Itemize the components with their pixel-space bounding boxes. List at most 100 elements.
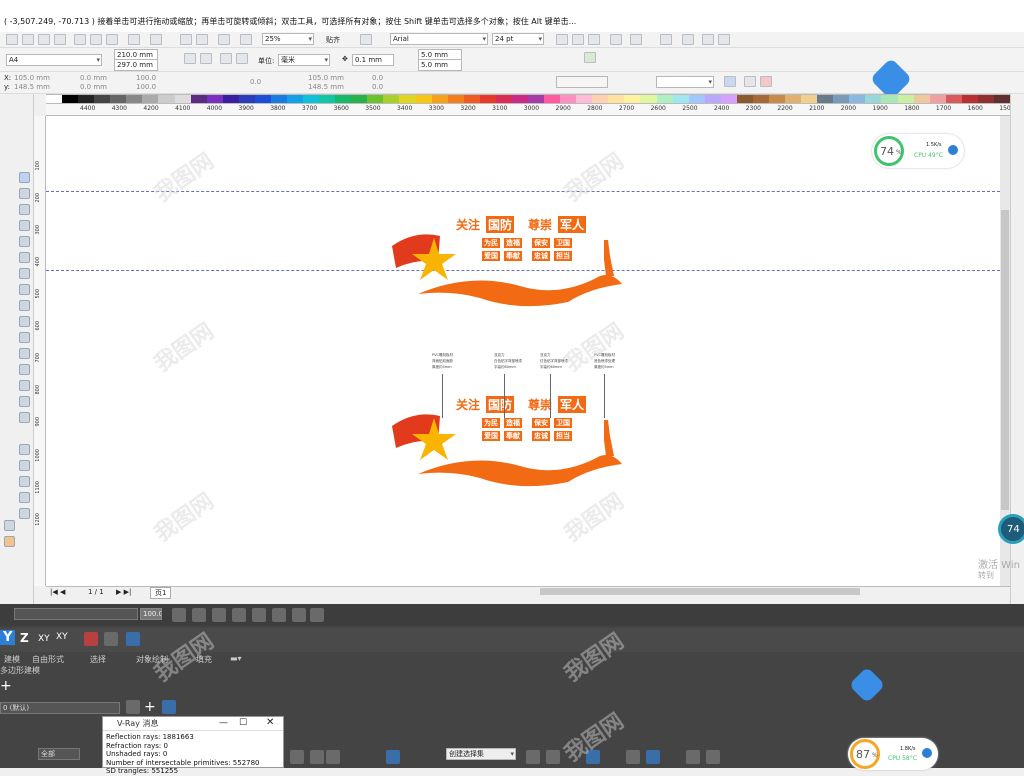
palette-swatch[interactable] [206,95,223,103]
palette-swatch[interactable] [656,95,673,103]
spinner-field[interactable]: 100.0 [140,608,162,620]
import-icon[interactable] [180,34,192,45]
graphite-tool-icon[interactable] [292,608,306,622]
ribbon-subtab[interactable]: 多边形建模 [0,665,40,676]
palette-swatch[interactable] [640,95,657,103]
print-icon[interactable] [54,34,66,45]
blend-tool-icon[interactable] [19,444,30,455]
palette-swatch[interactable] [560,95,577,103]
palette-swatch[interactable] [720,95,737,103]
artistic-media-icon[interactable] [19,252,30,263]
palette-swatch[interactable] [961,95,978,103]
align-icon[interactable] [360,34,372,45]
rotate-icon[interactable] [310,750,324,764]
snap-menu[interactable]: 贴齐 [326,35,340,45]
palette-swatch[interactable] [238,95,255,103]
palette-swatch[interactable] [415,95,432,103]
zoom-tool-icon[interactable] [19,220,30,231]
color-palette[interactable] [46,94,1010,104]
scale-icon[interactable] [326,750,340,764]
horizontal-text-icon[interactable] [702,34,714,45]
layer-explorer-icon[interactable] [586,750,600,764]
edit-text-icon[interactable] [682,34,694,45]
palette-swatch[interactable] [544,95,561,103]
page-height-field[interactable]: 297.0 mm [114,59,158,71]
graphite-tool-icon[interactable] [212,608,226,622]
selection-filter-select[interactable]: 全部 [38,748,80,760]
close-icon[interactable]: ✕ [266,717,274,728]
vertical-scroll-thumb[interactable] [1001,210,1009,510]
palette-swatch[interactable] [785,95,802,103]
palette-swatch[interactable] [849,95,866,103]
palette-swatch[interactable] [46,95,63,103]
ellipse-tool-icon[interactable] [19,284,30,295]
palette-swatch[interactable] [222,95,239,103]
char-format-icon[interactable] [660,34,672,45]
wall-banner-artwork[interactable]: 关注 国防 尊崇 军人 为民 造福 保安 卫国 爱国 奉献 忠诚 担当 [390,396,630,496]
cpu-monitor-bottom[interactable]: 87 % 1.8K/s CPU 58°C [848,738,938,770]
unit-select[interactable]: 毫米 [278,54,330,66]
palette-swatch[interactable] [897,95,914,103]
landscape-icon[interactable] [200,53,212,64]
text-align-icon[interactable] [610,34,622,45]
align-tool-icon[interactable] [546,750,560,764]
annotation-note[interactable]: PVC雕刻板材 底色喷漆处理 厚度约5mm [594,352,615,370]
palette-swatch[interactable] [833,95,850,103]
palette-swatch[interactable] [142,95,159,103]
axis-z[interactable]: Z [20,631,29,645]
annotation-note[interactable]: PVC雕刻板材 背面贴双面胶 厚度约5mm [432,352,453,370]
palette-swatch[interactable] [62,95,79,103]
mirror-icon[interactable] [84,632,98,646]
palette-swatch[interactable] [817,95,834,103]
smart-fill-icon[interactable] [4,536,15,547]
vertical-text-icon[interactable] [718,34,730,45]
zoom-select[interactable]: 25% [262,33,314,45]
graphite-tool-icon[interactable] [252,608,266,622]
drawing-canvas[interactable]: 关注 国防 尊崇 军人 为民 造福 保安 卫国 爱国 奉献 忠诚 担当 关注 国防 尊崇 军人 为民 造福 保安 卫国… [46,116,1000,586]
color-eyedropper-icon[interactable] [4,520,15,531]
palette-swatch[interactable] [383,95,400,103]
nudge-field[interactable]: 0.1 mm [352,54,394,66]
cpu-monitor-top[interactable]: 74 % 1.5K/s CPU 49°C [872,134,964,168]
axis-xy-alt[interactable]: XY [56,632,68,642]
graphite-tool-icon[interactable] [310,608,324,622]
maximize-icon[interactable]: ☐ [239,718,247,728]
underline-icon[interactable] [588,34,600,45]
text-tool-icon[interactable] [19,316,30,327]
palette-swatch[interactable] [624,95,641,103]
palette-swatch[interactable] [752,95,769,103]
shadow-tool-icon[interactable] [19,492,30,503]
fill-tool-icon[interactable] [19,396,30,407]
first-page-icon[interactable]: |◀ ◀ [50,588,65,596]
line-style-select[interactable] [656,76,714,88]
distort-tool-icon[interactable] [19,476,30,487]
palette-swatch[interactable] [447,95,464,103]
document-icon[interactable] [584,52,596,63]
copy-icon[interactable] [90,34,102,45]
palette-swatch[interactable] [528,95,545,103]
palette-swatch[interactable] [126,95,143,103]
page-tab[interactable]: 页1 [150,587,172,599]
palette-swatch[interactable] [479,95,496,103]
percent-snap-icon[interactable] [386,750,400,764]
open-icon[interactable] [22,34,34,45]
palette-swatch[interactable] [576,95,593,103]
render-setup-icon[interactable] [646,750,660,764]
paste-icon[interactable] [106,34,118,45]
guideline[interactable] [46,191,1000,192]
palette-swatch[interactable] [158,95,175,103]
mirror-tool-icon[interactable] [526,750,540,764]
palette-swatch[interactable] [977,95,994,103]
palette-swatch[interactable] [399,95,416,103]
cpu-monitor-edge[interactable]: 74 [998,514,1024,544]
polygon-tool-icon[interactable] [19,300,30,311]
palette-swatch[interactable] [463,95,480,103]
rectangle-tool-icon[interactable] [19,268,30,279]
palette-swatch[interactable] [319,95,336,103]
quick-customize-icon[interactable] [744,76,756,87]
array-icon[interactable] [104,632,118,646]
outline-select[interactable] [556,76,608,88]
palette-swatch[interactable] [431,95,448,103]
table-tool-icon[interactable] [19,332,30,343]
redo-icon[interactable] [150,34,162,45]
